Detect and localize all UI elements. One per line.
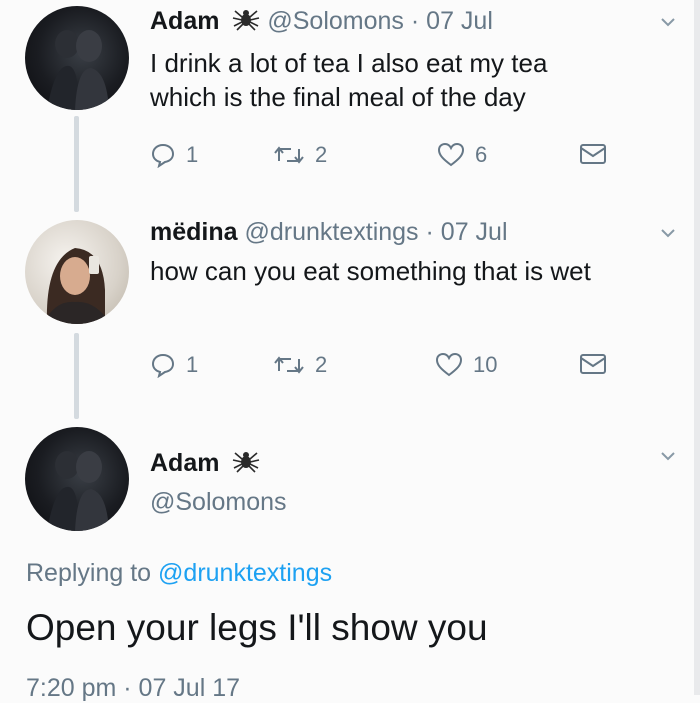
chevron-down-icon[interactable] — [660, 14, 676, 30]
tweet-actions: 1 2 6 — [150, 142, 610, 172]
tweet-2[interactable]: mëdina @drunktextings · 07 Jul how can y… — [0, 205, 694, 419]
reply-button[interactable]: 1 — [150, 352, 198, 378]
chevron-down-icon[interactable] — [660, 225, 676, 241]
like-button[interactable]: 6 — [437, 142, 487, 168]
like-icon — [435, 352, 463, 377]
tweet-text: I drink a lot of tea I also eat my tea w… — [150, 46, 547, 114]
display-name[interactable]: mëdina — [150, 218, 238, 246]
like-icon — [437, 142, 465, 167]
thread-line — [74, 333, 79, 419]
replying-to: Replying to @drunktextings — [26, 559, 332, 588]
reply-count: 1 — [186, 142, 199, 167]
reply-icon — [151, 353, 175, 378]
like-count: 6 — [475, 142, 488, 167]
avatar[interactable] — [25, 427, 129, 531]
avatar[interactable] — [25, 6, 129, 110]
tweet-header: Adam @Solomons · 07 Jul — [150, 6, 493, 36]
retweet-button[interactable]: 2 — [273, 352, 327, 378]
tweet-1[interactable]: Adam @Solomons · 07 Jul I drink a lot of… — [0, 0, 694, 212]
retweet-count: 2 — [315, 352, 328, 377]
tweet-text-line: I drink a lot of tea I also eat my tea — [150, 48, 548, 78]
focused-tweet-text: Open your legs I'll show you — [26, 607, 488, 648]
handle[interactable]: @drunktextings — [244, 218, 418, 246]
replying-mention[interactable]: @drunktextings — [158, 559, 332, 587]
tweet-actions: 1 2 10 — [150, 352, 610, 382]
dm-button[interactable] — [579, 142, 607, 166]
avatar[interactable] — [25, 220, 129, 324]
retweet-icon — [274, 146, 304, 164]
thread-line — [74, 116, 79, 212]
tweet-text-line: which is the final meal of the day — [150, 82, 526, 112]
scrollbar-edge — [694, 0, 700, 695]
like-button[interactable]: 10 — [435, 352, 497, 378]
replying-prefix: Replying to — [26, 559, 152, 587]
display-name[interactable]: Adam — [150, 7, 219, 35]
handle[interactable]: @Solomons — [150, 488, 287, 516]
reply-count: 1 — [186, 352, 199, 377]
retweet-count: 2 — [315, 142, 328, 167]
dm-icon — [580, 144, 606, 164]
tweet-text: how can you eat something that is wet — [150, 254, 591, 288]
tweet-text-line: how can you eat something that is wet — [150, 256, 591, 286]
tweet-handle-line: @Solomons — [150, 487, 287, 517]
spider-emoji — [233, 10, 260, 31]
tweet-date[interactable]: · 07 Jul — [411, 7, 493, 35]
retweet-button[interactable]: 2 — [273, 142, 327, 168]
tweet-timestamp[interactable]: 7:20 pm · 07 Jul 17 — [26, 674, 240, 703]
reply-icon — [151, 143, 175, 168]
tweet-date[interactable]: · 07 Jul — [426, 218, 508, 246]
handle[interactable]: @Solomons — [267, 7, 404, 35]
retweet-icon — [274, 356, 304, 374]
dm-button[interactable] — [579, 352, 607, 376]
like-count: 10 — [473, 352, 498, 377]
chevron-down-icon[interactable] — [660, 448, 676, 464]
reply-button[interactable]: 1 — [150, 142, 198, 168]
dm-icon — [580, 354, 606, 374]
spider-emoji — [233, 452, 260, 473]
display-name[interactable]: Adam — [150, 449, 219, 477]
focused-tweet: Adam @Solomons — [0, 410, 694, 695]
tweet-header: mëdina @drunktextings · 07 Jul — [150, 217, 508, 247]
tweet-header: Adam — [150, 448, 260, 478]
